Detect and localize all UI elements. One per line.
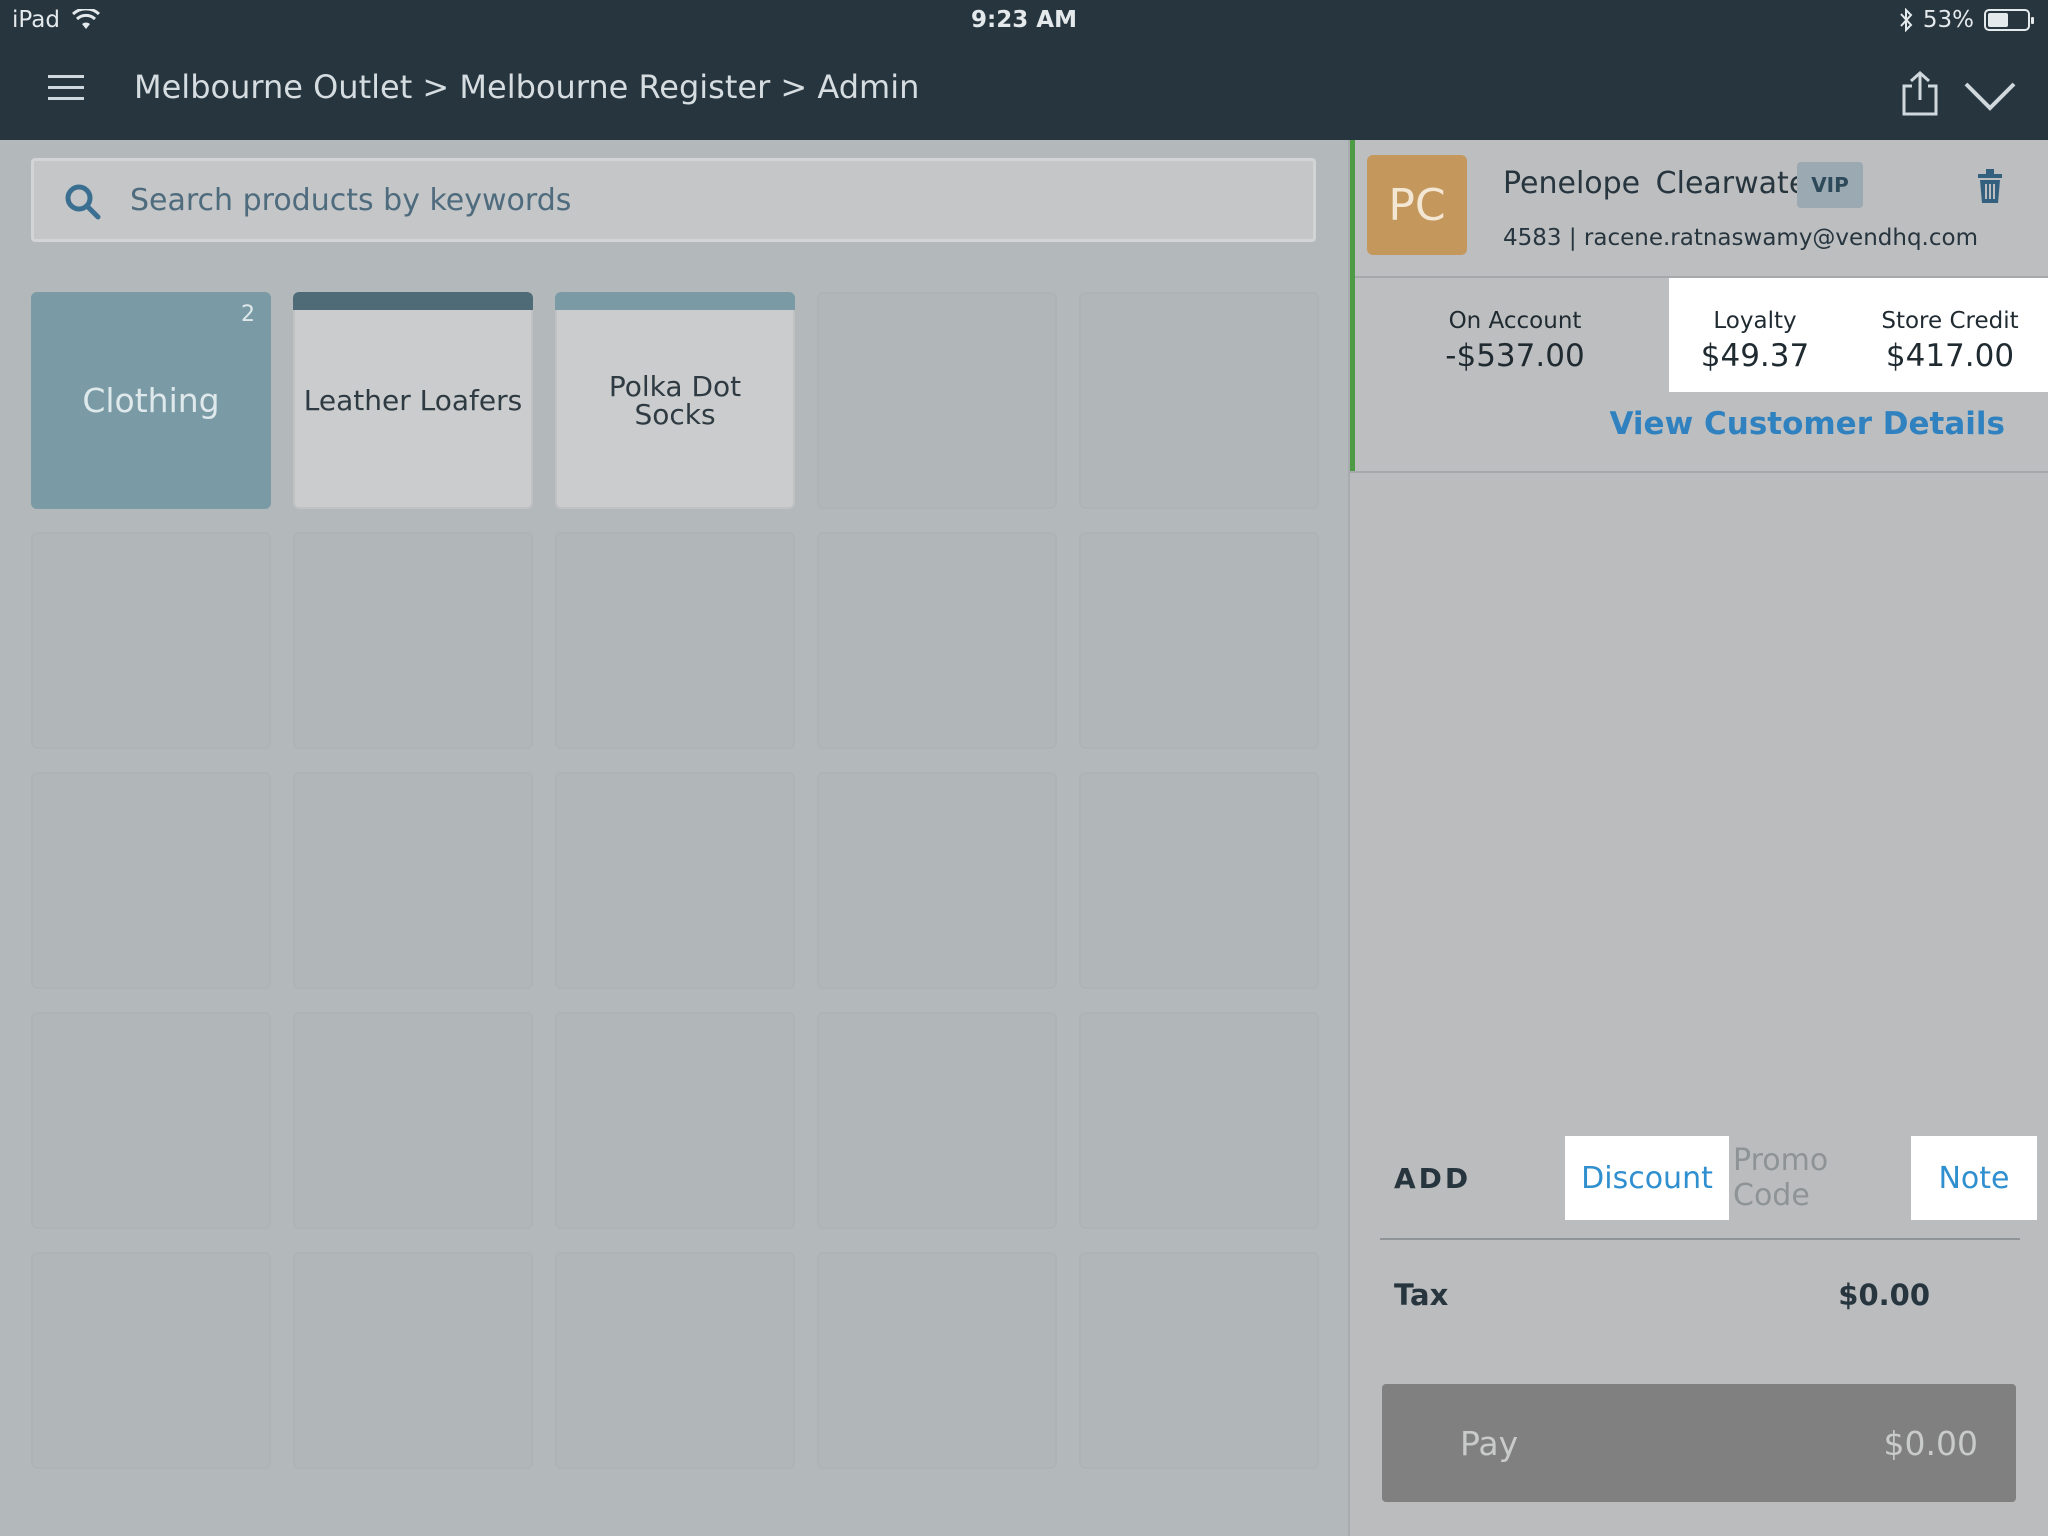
promo-code-button[interactable]: Promo Code bbox=[1733, 1136, 1913, 1220]
vip-badge: VIP bbox=[1797, 162, 1863, 208]
divider bbox=[1380, 1238, 2020, 1240]
bluetooth-icon bbox=[1900, 8, 1913, 32]
hamburger-menu-icon[interactable] bbox=[44, 70, 88, 110]
empty-tile[interactable] bbox=[293, 1012, 533, 1229]
clock: 9:23 AM bbox=[971, 7, 1077, 33]
on-account-value: -$537.00 bbox=[1445, 338, 1585, 374]
empty-tile[interactable] bbox=[1079, 1252, 1319, 1469]
top-nav-bar: Melbourne Outlet > Melbourne Register > … bbox=[0, 40, 2048, 140]
customer-name: Penelope Clearwater bbox=[1503, 166, 1820, 201]
avatar: PC bbox=[1367, 155, 1467, 255]
empty-tile[interactable] bbox=[31, 1012, 271, 1229]
product-tile[interactable]: Leather Loafers bbox=[293, 292, 533, 509]
store-credit-label: Store Credit bbox=[1881, 308, 2019, 334]
empty-tile[interactable] bbox=[817, 1252, 1057, 1469]
empty-tile[interactable] bbox=[293, 772, 533, 989]
breadcrumb: Melbourne Outlet > Melbourne Register > … bbox=[134, 68, 920, 106]
note-button[interactable]: Note bbox=[1911, 1136, 2037, 1220]
pay-label: Pay bbox=[1460, 1424, 1519, 1463]
empty-tile[interactable] bbox=[31, 532, 271, 749]
empty-tile[interactable] bbox=[1079, 532, 1319, 749]
empty-tile[interactable] bbox=[817, 1012, 1057, 1229]
empty-tile[interactable] bbox=[817, 292, 1057, 509]
empty-tile[interactable] bbox=[555, 772, 795, 989]
trash-icon[interactable] bbox=[1975, 168, 2005, 204]
product-tile[interactable]: Polka Dot Socks bbox=[555, 292, 795, 509]
pay-amount: $0.00 bbox=[1883, 1424, 1978, 1463]
empty-tile[interactable] bbox=[555, 532, 795, 749]
empty-tile[interactable] bbox=[555, 1012, 795, 1229]
status-bar: iPad 9:23 AM 53% bbox=[0, 0, 2048, 40]
on-account-label: On Account bbox=[1448, 308, 1582, 334]
empty-tile[interactable] bbox=[1079, 772, 1319, 989]
loyalty-label: Loyalty bbox=[1713, 308, 1797, 334]
tile-label: Polka Dot Socks bbox=[608, 369, 742, 431]
tile-count: 2 bbox=[241, 302, 255, 327]
store-credit-stat: Store Credit $417.00 bbox=[1860, 308, 2040, 374]
battery-percent: 53% bbox=[1922, 7, 1974, 33]
search-placeholder: Search products by keywords bbox=[130, 183, 572, 218]
add-label: ADD bbox=[1394, 1162, 1472, 1195]
share-icon[interactable] bbox=[1898, 70, 1942, 118]
chevron-down-icon[interactable] bbox=[1962, 78, 2018, 114]
on-account-stat: On Account -$537.00 bbox=[1415, 308, 1615, 374]
loyalty-stat: Loyalty $49.37 bbox=[1675, 308, 1835, 374]
empty-tile[interactable] bbox=[1079, 1012, 1319, 1229]
tile-label: Leather Loafers bbox=[303, 383, 523, 417]
search-icon bbox=[65, 184, 101, 220]
category-tile[interactable]: Clothing 2 bbox=[31, 292, 271, 509]
pay-button[interactable]: Pay $0.00 bbox=[1382, 1384, 2016, 1502]
customer-card: PC Penelope Clearwater VIP 4583 | racene… bbox=[1350, 140, 2048, 473]
search-input[interactable]: Search products by keywords bbox=[31, 158, 1316, 242]
battery-icon bbox=[1984, 9, 2034, 31]
customer-meta: 4583 | racene.ratnaswamy@vendhq.com bbox=[1503, 225, 1978, 251]
empty-tile[interactable] bbox=[1079, 292, 1319, 509]
empty-tile[interactable] bbox=[817, 772, 1057, 989]
empty-tile[interactable] bbox=[293, 1252, 533, 1469]
view-customer-details-link[interactable]: View Customer Details bbox=[1609, 406, 2005, 442]
empty-tile[interactable] bbox=[31, 1252, 271, 1469]
empty-tile[interactable] bbox=[817, 532, 1057, 749]
store-credit-value: $417.00 bbox=[1885, 338, 2015, 374]
tax-label: Tax bbox=[1394, 1278, 1449, 1312]
tax-value: $0.00 bbox=[1838, 1278, 1930, 1312]
loyalty-value: $49.37 bbox=[1700, 338, 1810, 374]
discount-button[interactable]: Discount bbox=[1565, 1136, 1729, 1220]
divider bbox=[1350, 471, 2048, 473]
empty-tile[interactable] bbox=[555, 1252, 795, 1469]
tile-label: Clothing bbox=[82, 381, 220, 420]
empty-tile[interactable] bbox=[293, 532, 533, 749]
sale-panel: PC Penelope Clearwater VIP 4583 | racene… bbox=[1348, 140, 2048, 1536]
empty-tile[interactable] bbox=[31, 772, 271, 989]
